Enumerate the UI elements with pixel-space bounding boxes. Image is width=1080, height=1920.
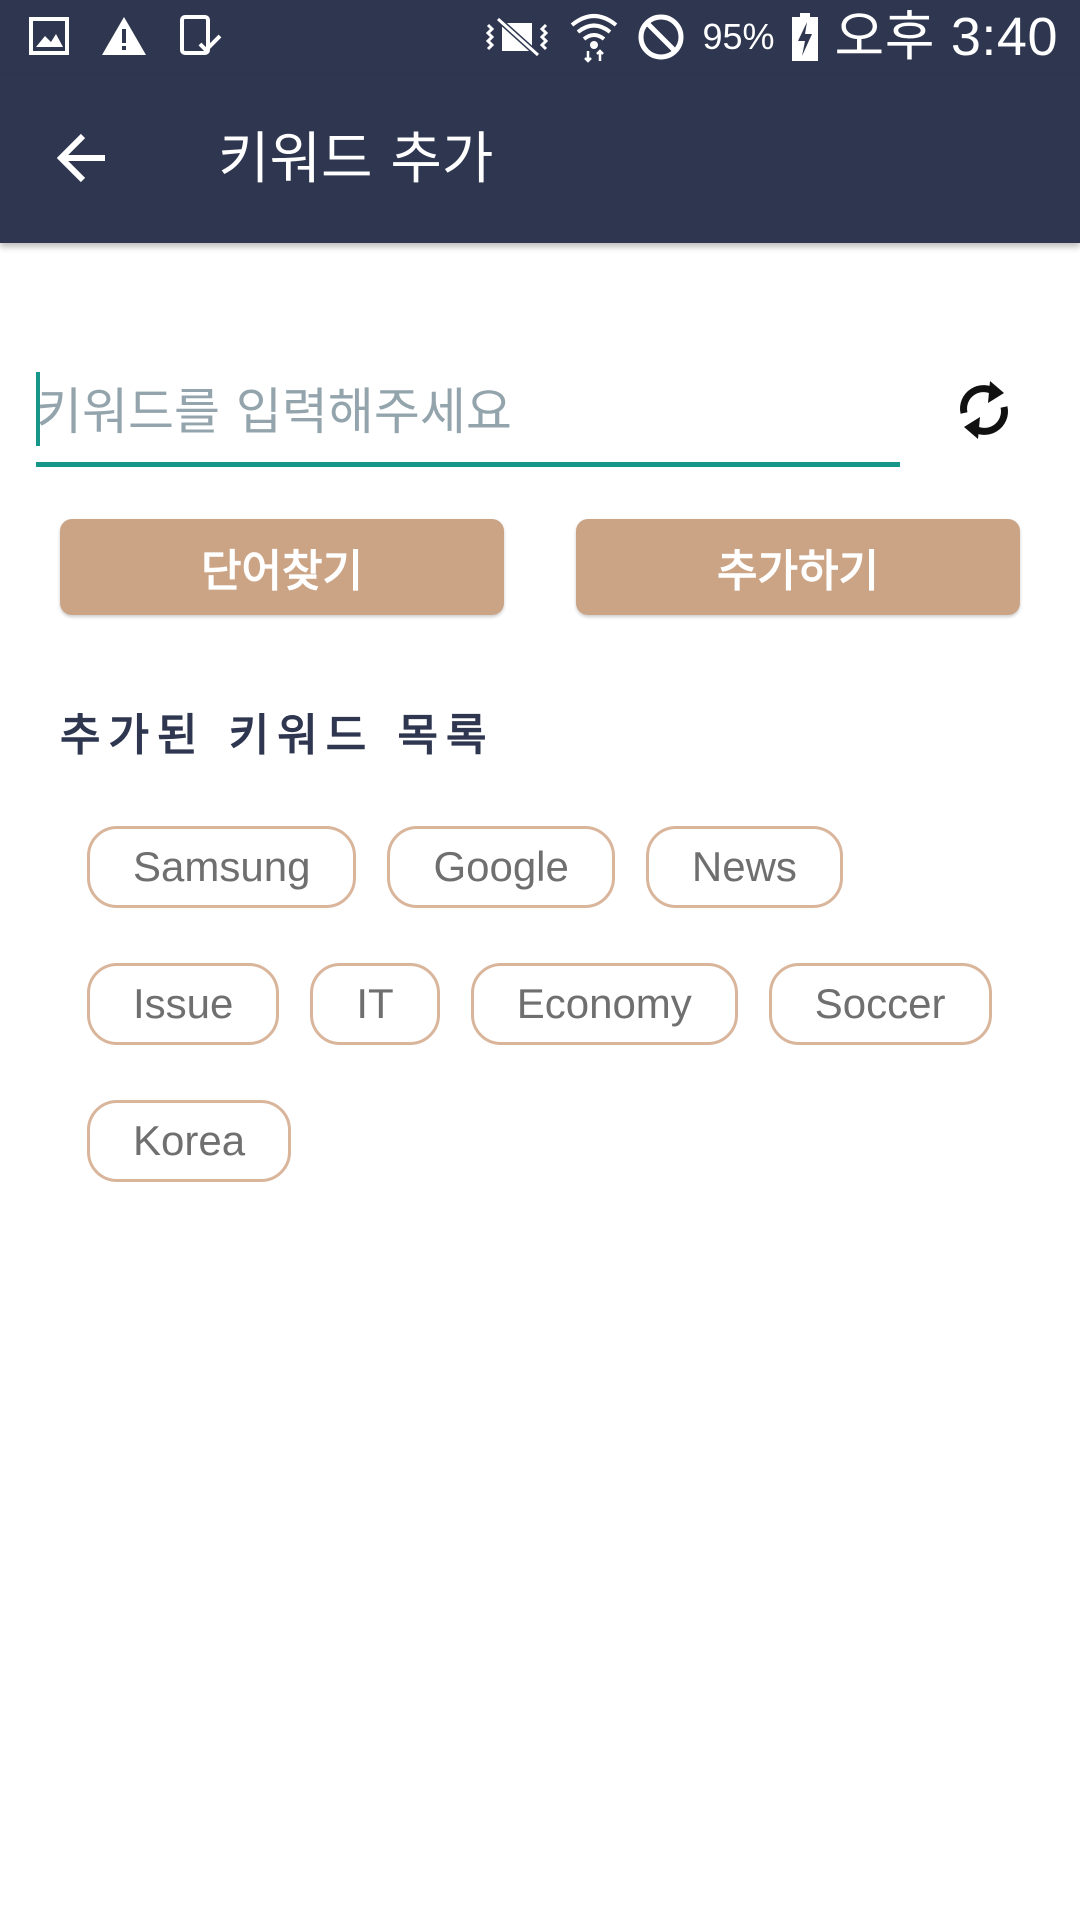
- wifi-icon: [568, 11, 620, 63]
- text-cursor: [36, 372, 40, 446]
- keyword-input-field[interactable]: [36, 368, 900, 467]
- refresh-button[interactable]: [950, 374, 1018, 450]
- page-title: 키워드 추가: [218, 127, 494, 192]
- keyword-chip-row: Samsung Google News: [87, 826, 843, 908]
- back-button[interactable]: [38, 115, 128, 205]
- clock-ampm: 오후: [834, 7, 935, 67]
- refresh-icon: [954, 375, 1014, 449]
- warning-icon: [100, 14, 148, 58]
- arrow-left-icon: [56, 133, 109, 187]
- keyword-input[interactable]: [36, 368, 900, 456]
- keyword-chip[interactable]: Soccer: [768, 963, 992, 1045]
- image-icon: [28, 14, 70, 58]
- vibrate-icon: [482, 15, 552, 59]
- status-bar: 95% 오후 3:40: [0, 0, 1080, 75]
- app-screen: 95% 오후 3:40 키워드 추가 키워드를 입력해주세요 단어찾기 추가하기…: [0, 0, 1080, 1920]
- status-bar-system: 95% 오후 3:40: [482, 6, 1058, 68]
- app-toolbar: 키워드 추가: [0, 75, 1080, 243]
- keyword-chip[interactable]: Google: [387, 826, 615, 908]
- do-not-disturb-icon: [636, 12, 686, 62]
- keyword-chip-row: Korea: [87, 1100, 292, 1182]
- clock-time: 3:40: [950, 7, 1058, 67]
- device-check-icon: [178, 14, 224, 58]
- keyword-chip[interactable]: IT: [310, 963, 440, 1045]
- battery-percent: 95%: [702, 16, 775, 57]
- keyword-chip[interactable]: Samsung: [87, 826, 357, 908]
- keyword-chip-row: Issue IT Economy Soccer: [87, 963, 992, 1045]
- added-keywords-title: 추가된 키워드 목록: [60, 710, 495, 761]
- keyword-chip[interactable]: Korea: [87, 1100, 292, 1182]
- keyword-chip[interactable]: News: [645, 826, 843, 908]
- keyword-chip[interactable]: Issue: [87, 963, 280, 1045]
- keyword-chip[interactable]: Economy: [470, 963, 738, 1045]
- find-word-button[interactable]: 단어찾기: [60, 519, 504, 615]
- add-keyword-button[interactable]: 추가하기: [576, 519, 1020, 615]
- status-bar-notifications: [28, 14, 224, 58]
- battery-charging-icon: [791, 12, 819, 62]
